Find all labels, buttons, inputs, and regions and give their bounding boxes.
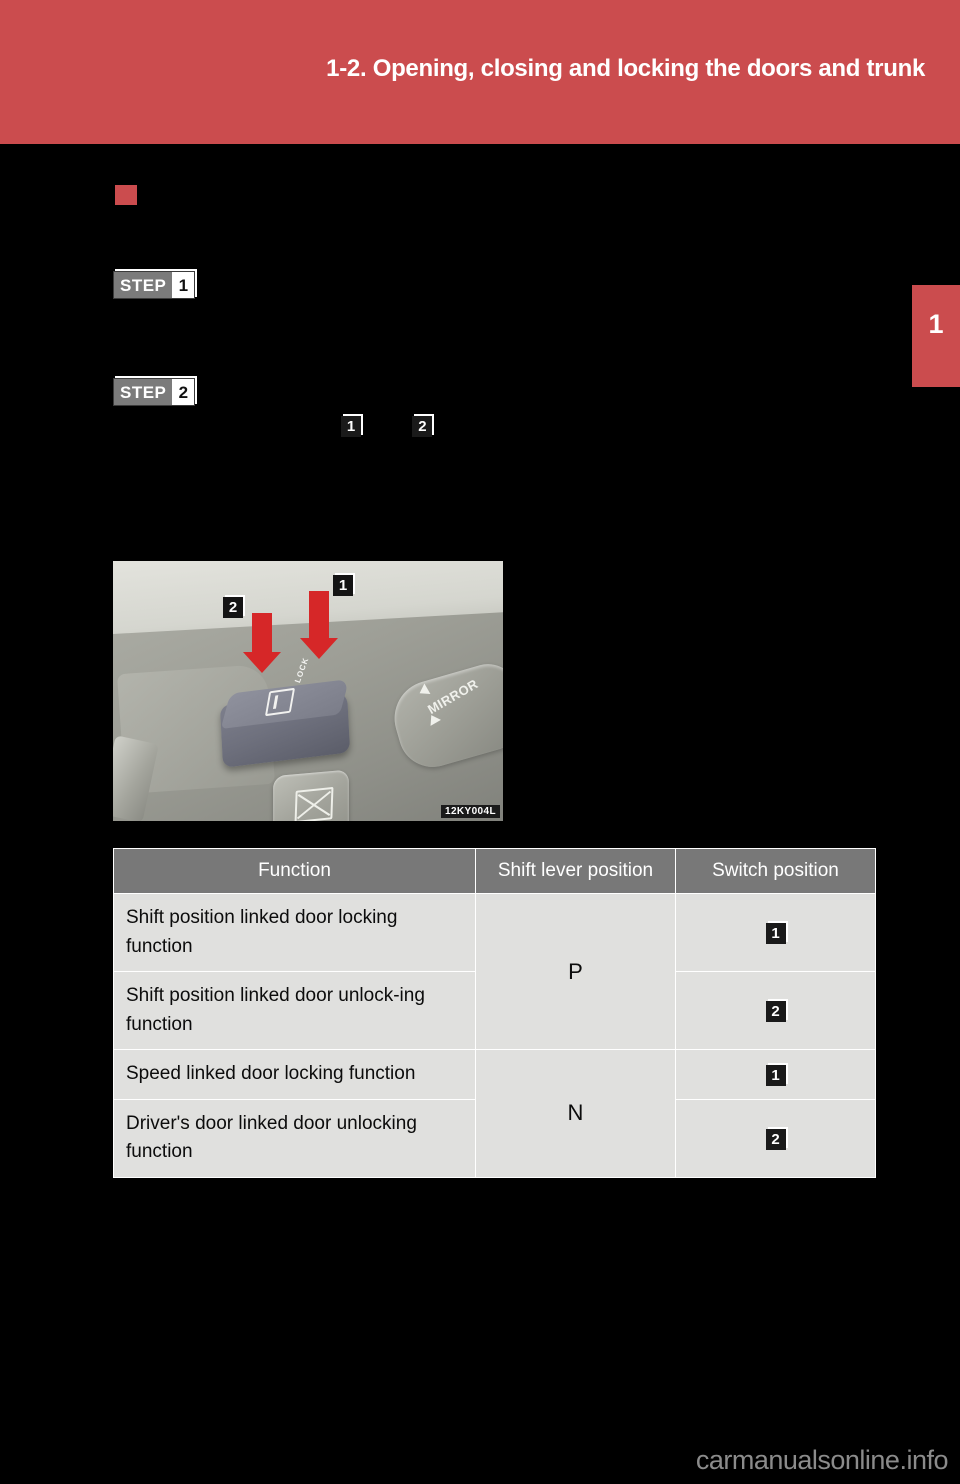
column-header-switch-position: Switch position bbox=[675, 848, 876, 894]
cell-switch-position: 1 bbox=[675, 893, 876, 972]
page-header-banner: 1-2. Opening, closing and locking the do… bbox=[0, 0, 960, 144]
switch-position-chip: 2 bbox=[765, 1128, 786, 1150]
column-header-shift-lever-position: Shift lever position bbox=[475, 848, 676, 894]
callout-chip-1: 1 bbox=[341, 416, 361, 437]
cell-function: Shift position linked door unlock-ing fu… bbox=[113, 971, 476, 1050]
section-bullet-icon bbox=[115, 185, 137, 205]
step-label: STEP bbox=[114, 272, 173, 298]
cell-function: Speed linked door locking function bbox=[113, 1049, 476, 1100]
inline-callout-chips: 1 2 bbox=[341, 416, 479, 437]
cell-function: Shift position linked door locking funct… bbox=[113, 893, 476, 972]
cell-shift-position: N bbox=[475, 1049, 676, 1178]
cell-switch-position: 1 bbox=[675, 1049, 876, 1100]
cell-shift-position: P bbox=[475, 893, 676, 1050]
table-row: Shift position linked door locking funct… bbox=[113, 893, 876, 1050]
cell-switch-position: 2 bbox=[675, 1098, 876, 1178]
step-number: 2 bbox=[172, 379, 195, 405]
switch-position-chip: 1 bbox=[765, 923, 786, 945]
chapter-tab-number: 1 bbox=[928, 309, 944, 339]
cell-function: Driver's door linked door unlocking func… bbox=[113, 1098, 476, 1178]
cell-switch-position: 2 bbox=[675, 971, 876, 1050]
window-lock-icon bbox=[294, 786, 334, 821]
callout-chip-2: 2 bbox=[412, 416, 433, 437]
table-header-row: Function Shift lever position Switch pos… bbox=[113, 848, 876, 894]
function-shift-switch-table: Function Shift lever position Switch pos… bbox=[113, 848, 876, 1178]
step-badge-2: STEP 2 bbox=[113, 378, 196, 406]
callout-arrow-2-icon bbox=[243, 613, 281, 673]
table-row: Speed linked door locking function N 1 bbox=[113, 1049, 876, 1178]
step-badge-1: STEP 1 bbox=[113, 271, 196, 299]
step-label: STEP bbox=[114, 379, 173, 405]
illustration-callout-1: 1 bbox=[333, 575, 353, 596]
column-header-function: Function bbox=[113, 848, 476, 894]
switch-position-chip: 2 bbox=[765, 1001, 786, 1023]
site-watermark: carmanualsonline.info bbox=[695, 1445, 949, 1475]
step-number: 1 bbox=[172, 272, 195, 298]
chapter-tab: 1 bbox=[912, 285, 960, 387]
illustration-callout-2: 2 bbox=[223, 597, 243, 618]
illustration-code: 12KY004L bbox=[440, 805, 500, 818]
switch-position-chip: 1 bbox=[765, 1064, 786, 1086]
switch-panel-illustration: MIRROR LOCK 1 2 12KY004L bbox=[113, 561, 503, 821]
callout-arrow-1-icon bbox=[300, 591, 338, 659]
page-title: 1-2. Opening, closing and locking the do… bbox=[326, 55, 925, 82]
